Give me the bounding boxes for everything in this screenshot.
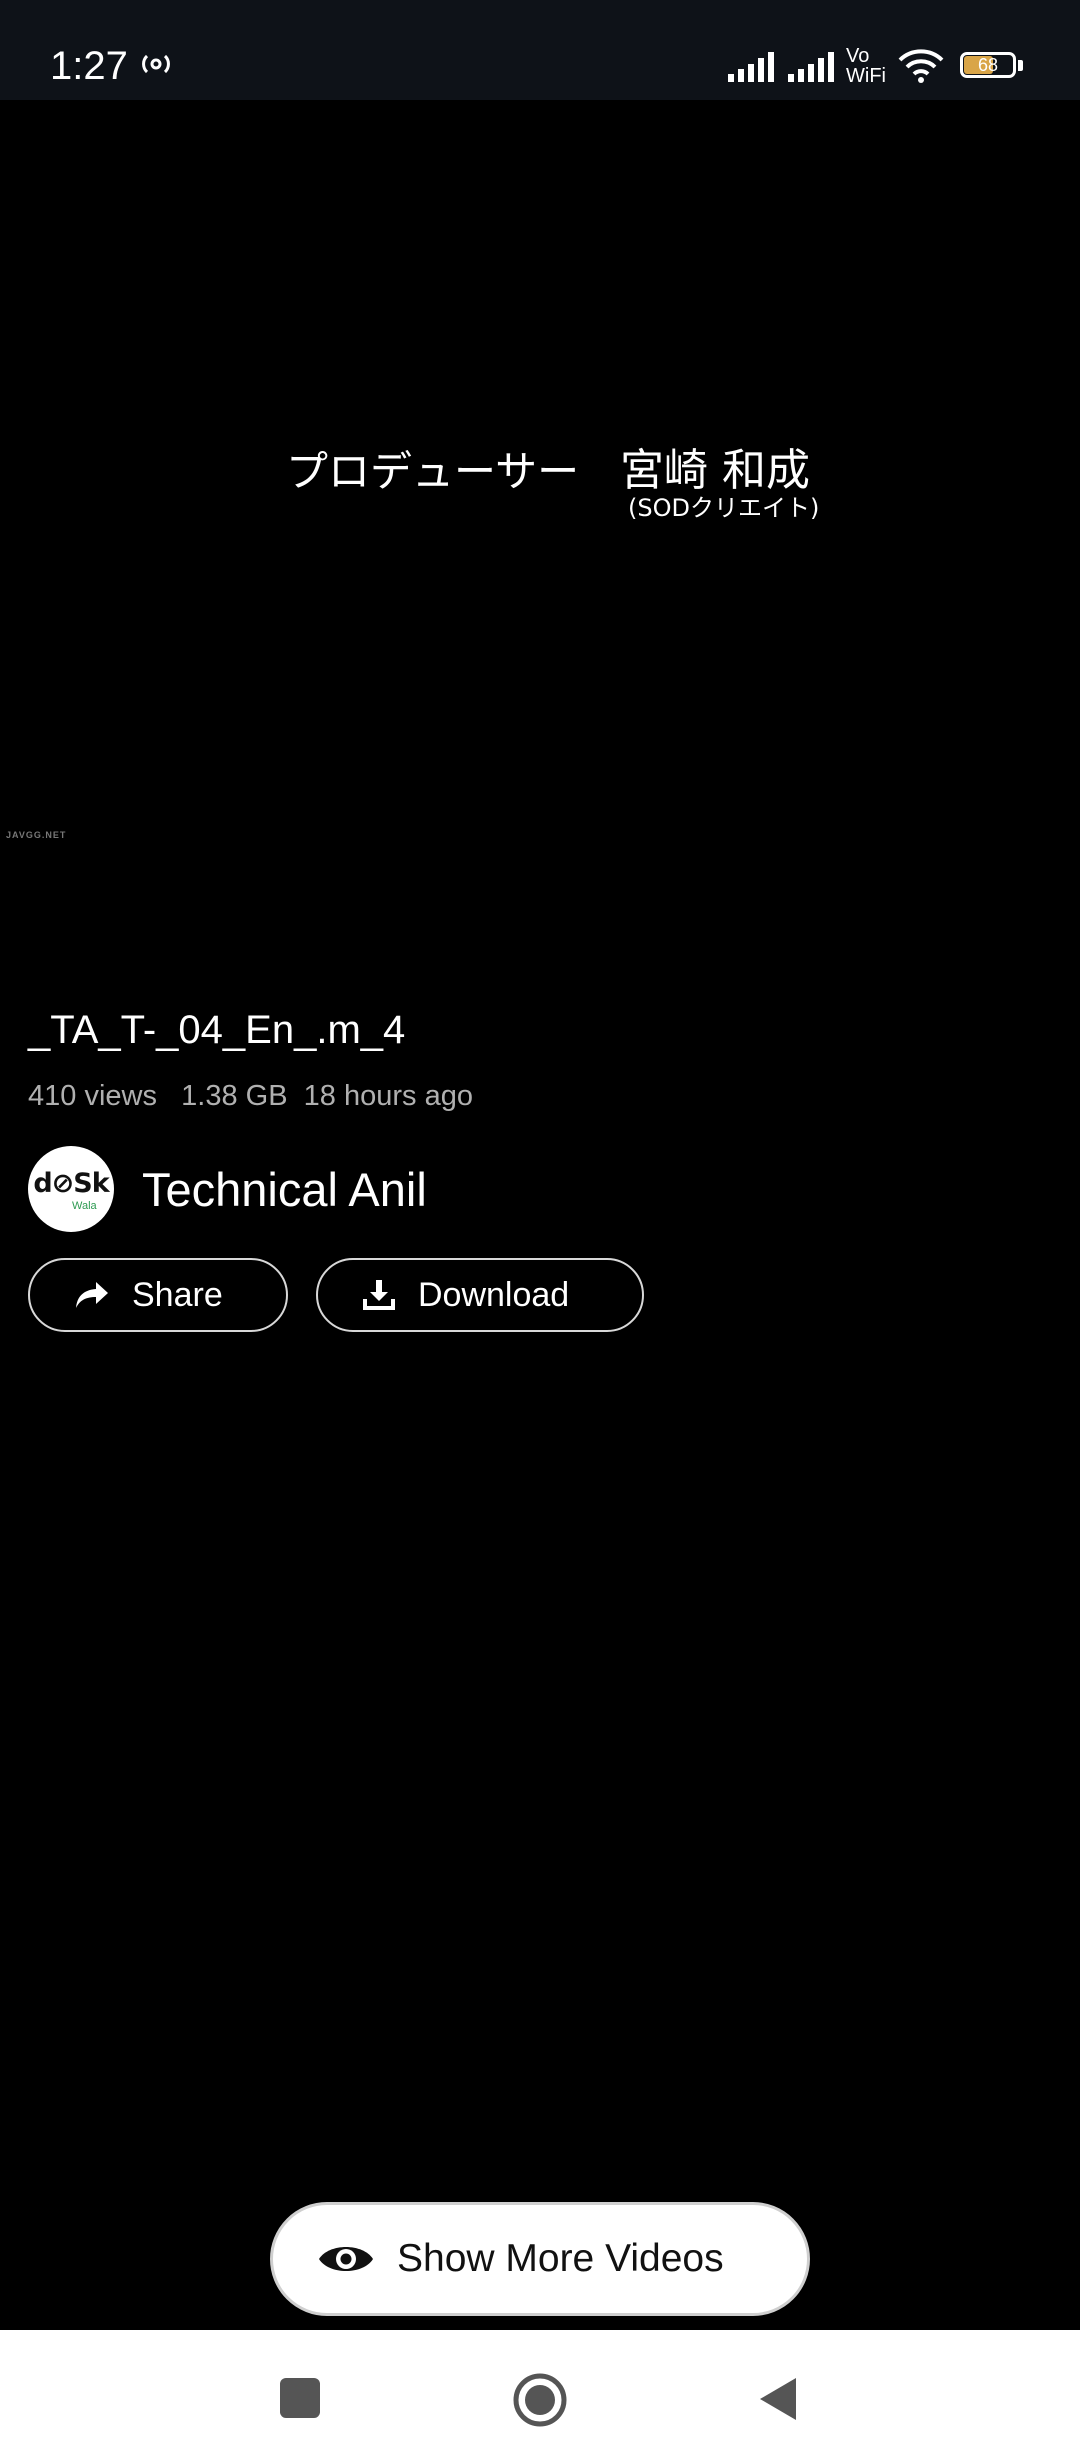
battery-level: 68: [977, 55, 999, 75]
video-player[interactable]: [0, 100, 1080, 980]
channel-avatar[interactable]: d⊘Sk Wala: [28, 1146, 114, 1232]
system-nav-bar: [0, 2330, 1080, 2460]
back-triangle-icon[interactable]: [758, 2376, 798, 2422]
video-credit-company: (SODクリエイト): [628, 494, 820, 522]
signal-icon: [728, 52, 774, 82]
avatar-logo-sub: Wala: [72, 1200, 97, 1212]
avatar-logo-text: d⊘Sk: [33, 1168, 109, 1199]
upload-age: 18 hours ago: [303, 1080, 473, 1112]
show-more-label: Show More Videos: [397, 2237, 724, 2280]
status-time: 1:27: [50, 44, 128, 88]
share-button[interactable]: Share: [28, 1258, 288, 1332]
video-title: _TA_T-_04_En_.m_4: [28, 1008, 406, 1052]
recents-square-icon[interactable]: [280, 2378, 320, 2418]
status-bar: 1:27 Vo WiFi 68: [0, 0, 1080, 100]
vowifi-top: Vo: [846, 45, 870, 67]
video-credit-role: プロデューサー: [286, 447, 580, 496]
vowifi-label: Vo WiFi: [846, 46, 886, 86]
video-meta: 410 views 1.38 GB 18 hours ago: [28, 1080, 473, 1113]
view-count: 410 views: [28, 1080, 157, 1112]
battery-tip: [1018, 60, 1023, 71]
battery-icon: 68: [960, 52, 1026, 82]
channel-name[interactable]: Technical Anil: [142, 1162, 427, 1217]
vowifi-bottom: WiFi: [846, 65, 886, 87]
wifi-icon: [898, 49, 944, 83]
download-label: Download: [418, 1275, 570, 1314]
download-button[interactable]: Download: [316, 1258, 644, 1332]
hotspot-icon: [142, 54, 170, 74]
video-watermark: JAVGG.NET: [6, 830, 67, 840]
share-arrow-icon: [76, 1282, 108, 1308]
download-icon: [363, 1280, 395, 1310]
file-size: 1.38 GB: [181, 1080, 288, 1112]
eye-icon: [319, 2247, 373, 2271]
home-circle-icon[interactable]: [512, 2372, 568, 2428]
share-label: Share: [132, 1275, 223, 1314]
signal-icon: [788, 52, 834, 82]
show-more-videos-button[interactable]: Show More Videos: [270, 2202, 810, 2316]
